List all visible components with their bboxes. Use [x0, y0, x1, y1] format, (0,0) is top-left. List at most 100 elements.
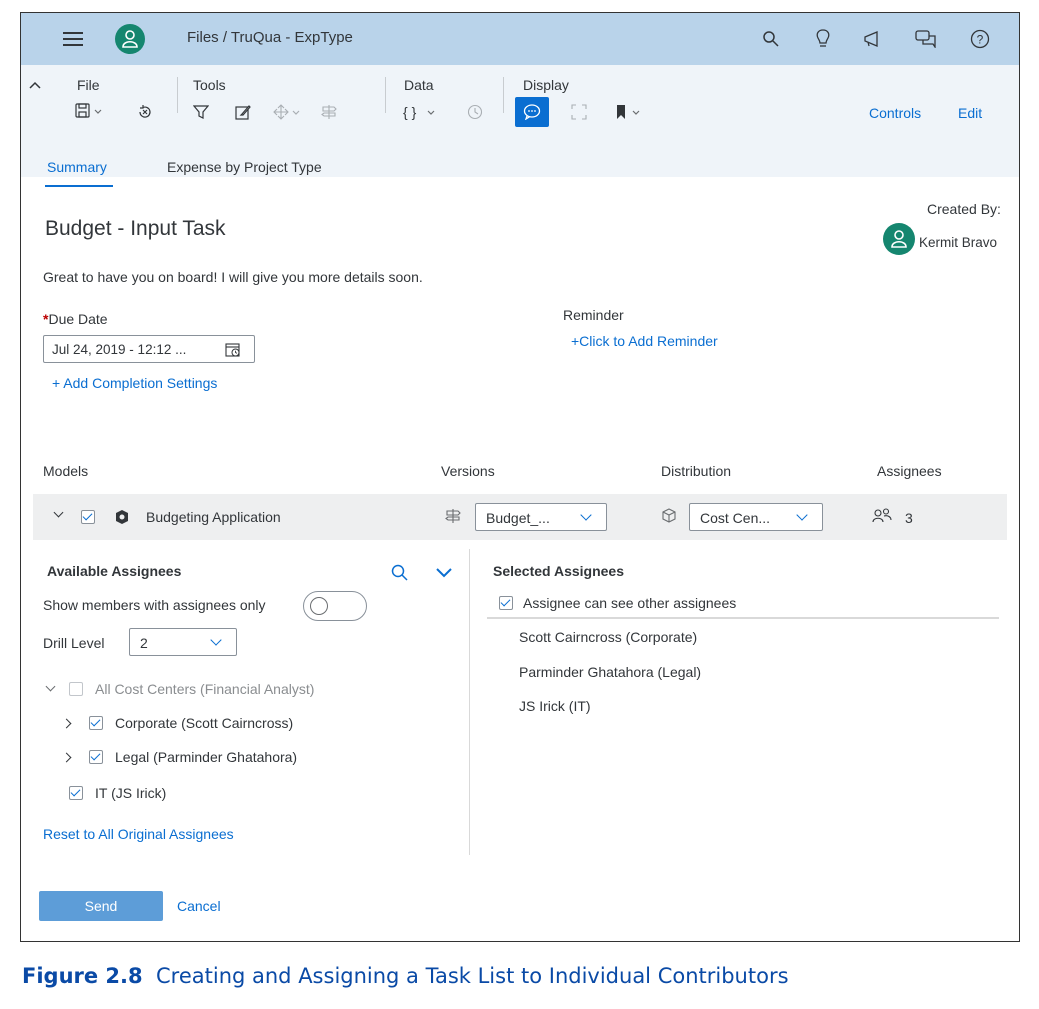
assignees-header: Assignees — [877, 463, 942, 479]
drill-level-select[interactable]: 2 — [129, 628, 237, 656]
due-date-field[interactable]: Jul 24, 2019 - 12:12 ... — [43, 335, 255, 363]
figure-number: Figure 2.8 — [22, 964, 143, 988]
help-icon[interactable]: ? — [968, 27, 992, 51]
formula-icon[interactable]: { } — [401, 102, 441, 122]
legal-label: Legal (Parminder Ghatahora) — [115, 749, 298, 765]
tree-root-label: All Cost Centers (Financial Analyst) — [95, 681, 315, 697]
legal-checkbox[interactable] — [89, 750, 103, 764]
figure-caption: Figure 2.8 Creating and Assigning a Task… — [22, 964, 789, 988]
selected-divider — [487, 617, 999, 619]
chevron-down-icon — [796, 509, 808, 521]
can-see-label: Assignee can see other assignees — [523, 595, 737, 611]
due-date-label-text: Due Date — [48, 311, 108, 327]
expand-row-icon[interactable] — [53, 507, 64, 518]
data-group-label: Data — [404, 77, 434, 93]
chevron-down-icon — [580, 509, 592, 521]
distribution-header: Distribution — [661, 463, 732, 479]
distribution-select[interactable]: Cost Cen... — [689, 503, 823, 531]
svg-text:?: ? — [977, 33, 984, 47]
task-message: Great to have you on board! I will give … — [43, 269, 423, 285]
chat-icon[interactable] — [914, 27, 938, 51]
calendar-icon[interactable] — [224, 341, 242, 359]
move-icon[interactable] — [271, 102, 305, 122]
history-icon[interactable] — [465, 102, 485, 122]
selected-assignees-title: Selected Assignees — [493, 563, 624, 579]
chevron-down-icon[interactable] — [433, 564, 455, 582]
tab-summary[interactable]: Summary — [47, 159, 107, 175]
can-see-checkbox[interactable] — [499, 596, 513, 610]
add-completion-settings-link[interactable]: + Add Completion Settings — [52, 375, 217, 391]
chevron-down-icon — [210, 634, 222, 646]
expand-corporate-icon[interactable] — [61, 718, 72, 729]
toolbar: File Tools Data { } Display Controls Edi… — [21, 65, 1019, 187]
bookmark-icon[interactable] — [613, 102, 649, 122]
show-members-label: Show members with assignees only — [43, 597, 266, 613]
model-row: Budgeting Application Budget_... Cost Ce… — [33, 494, 1007, 540]
avatar-icon[interactable] — [115, 24, 145, 54]
due-date-value: Jul 24, 2019 - 12:12 ... — [52, 342, 187, 357]
megaphone-icon[interactable] — [861, 27, 885, 51]
comment-toggle-icon[interactable] — [515, 97, 549, 127]
reminder-label: Reminder — [563, 307, 624, 323]
creator-avatar-icon — [883, 223, 915, 255]
lightbulb-icon[interactable] — [811, 27, 835, 51]
signpost-icon[interactable] — [319, 102, 339, 122]
save-icon[interactable] — [73, 101, 107, 121]
model-icon — [113, 508, 131, 526]
model-row-checkbox[interactable] — [81, 510, 95, 524]
drill-level-value: 2 — [140, 635, 148, 651]
tab-active-indicator — [45, 185, 113, 187]
tools-group-label: Tools — [193, 77, 226, 93]
model-name: Budgeting Application — [146, 509, 281, 525]
available-assignees-title: Available Assignees — [47, 563, 182, 579]
toolbar-separator — [503, 77, 504, 113]
models-header: Models — [43, 463, 89, 479]
app-window: Files / TruQua - ExpType ? File Tools Da… — [20, 12, 1020, 942]
collapse-toolbar-icon[interactable] — [27, 77, 43, 93]
selected-item[interactable]: Parminder Ghatahora (Legal) — [519, 664, 701, 680]
show-members-toggle[interactable] — [303, 591, 367, 621]
tab-expense-by-project-type[interactable]: Expense by Project Type — [167, 159, 322, 175]
expand-legal-icon[interactable] — [61, 752, 72, 763]
svg-text:{ }: { } — [403, 104, 417, 120]
edit-button[interactable]: Edit — [958, 105, 982, 121]
due-date-label: *Due Date — [43, 311, 108, 327]
cancel-button[interactable]: Cancel — [177, 898, 221, 914]
discard-icon[interactable] — [135, 102, 155, 122]
search-icon[interactable] — [389, 562, 411, 584]
selected-item[interactable]: Scott Cairncross (Corporate) — [519, 629, 697, 645]
assignees-icon[interactable] — [871, 506, 893, 526]
shell-bar: Files / TruQua - ExpType ? — [21, 13, 1019, 65]
search-icon[interactable] — [759, 27, 783, 51]
drill-level-label: Drill Level — [43, 635, 105, 651]
add-reminder-link[interactable]: +Click to Add Reminder — [571, 333, 718, 349]
selected-item[interactable]: JS Irick (IT) — [519, 698, 591, 714]
controls-button[interactable]: Controls — [869, 105, 921, 121]
reset-assignees-link[interactable]: Reset to All Original Assignees — [43, 826, 234, 842]
assignee-count: 3 — [905, 510, 913, 526]
version-value: Budget_... — [486, 510, 550, 526]
task-title: Budget - Input Task — [45, 217, 226, 240]
version-icon — [443, 506, 463, 526]
file-group-label: File — [77, 77, 100, 93]
tree-root-checkbox[interactable] — [69, 682, 83, 696]
send-button[interactable]: Send — [39, 891, 163, 921]
it-checkbox[interactable] — [69, 786, 83, 800]
menu-icon[interactable] — [61, 27, 85, 51]
toolbar-separator — [385, 77, 386, 113]
fullscreen-icon[interactable] — [569, 102, 589, 122]
breadcrumb[interactable]: Files / TruQua - ExpType — [187, 29, 353, 46]
send-button-label: Send — [84, 898, 118, 914]
edit-icon[interactable] — [233, 102, 253, 122]
version-select[interactable]: Budget_... — [475, 503, 607, 531]
corporate-checkbox[interactable] — [89, 716, 103, 730]
toggle-knob — [310, 597, 328, 615]
creator-name: Kermit Bravo — [919, 235, 998, 250]
display-group-label: Display — [523, 77, 569, 93]
filter-icon[interactable] — [191, 102, 211, 122]
toolbar-separator — [177, 77, 178, 113]
corporate-label: Corporate (Scott Cairncross) — [115, 715, 294, 731]
expand-tree-icon[interactable] — [45, 681, 56, 692]
it-label: IT (JS Irick) — [95, 785, 167, 801]
versions-header: Versions — [441, 463, 495, 479]
